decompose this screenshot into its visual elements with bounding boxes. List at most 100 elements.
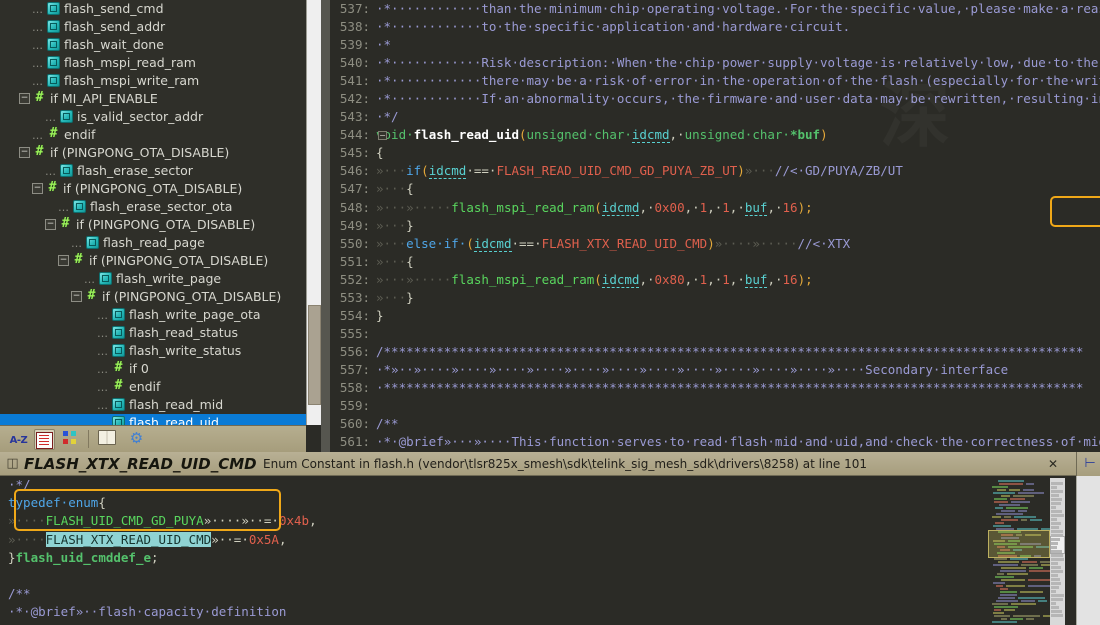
minimap-tick <box>1051 506 1056 509</box>
minimap-code-row <box>996 585 1003 587</box>
code-line[interactable]: 549: »···} <box>330 217 1100 235</box>
fold-collapse-icon[interactable]: − <box>378 131 387 140</box>
code-line[interactable]: 558: ·***********************************… <box>330 379 1100 397</box>
minimap-viewport-indicator[interactable] <box>988 530 1050 558</box>
minimap-code-row <box>1023 489 1034 491</box>
tree-collapse-icon[interactable]: − <box>45 219 56 230</box>
outline-item-flash-erase-sector[interactable]: … flash_erase_sector <box>0 162 306 180</box>
gear-icon: ⚙ <box>129 429 144 447</box>
minimap-code-row <box>1018 510 1027 512</box>
outline-item-endif[interactable]: … # endif <box>0 378 306 396</box>
hide-fields-button[interactable] <box>34 429 55 450</box>
code-editor[interactable]: 537: ·*············than·the·minimum·chip·… <box>330 0 1100 452</box>
tree-collapse-icon[interactable]: − <box>19 93 30 104</box>
outline-item-flash-read-mid[interactable]: … flash_read_mid <box>0 396 306 414</box>
outline-item-if-pingpong-ota-disable[interactable]: − # if (PINGPONG_OTA_DISABLE) <box>0 252 306 270</box>
outline-item-if-pingpong-ota-disable[interactable]: − # if (PINGPONG_OTA_DISABLE) <box>0 180 306 198</box>
right-sidebar-header[interactable]: ⊢ <box>1076 452 1100 476</box>
declaration-code-line: }flash_uid_cmddef_e; <box>0 549 988 567</box>
code-line[interactable]: 545: { <box>330 144 1100 162</box>
minimap-tick <box>1051 518 1057 521</box>
outline-item-if-pingpong-ota-disable[interactable]: − # if (PINGPONG_OTA_DISABLE) <box>0 144 306 162</box>
code-line[interactable]: 559: <box>330 397 1100 415</box>
code-line[interactable]: 550: »···else·if·(idcmd·==·FLASH_XTX_READ… <box>330 235 1100 253</box>
code-token: idcmd <box>601 271 640 288</box>
tree-leaf-connector: … <box>58 201 69 214</box>
close-icon[interactable]: ✕ <box>1046 457 1060 471</box>
outline-item-if-pingpong-ota-disable[interactable]: − # if (PINGPONG_OTA_DISABLE) <box>0 288 306 306</box>
code-line[interactable]: 560: /** <box>330 415 1100 433</box>
code-token: ,· <box>729 199 745 215</box>
code-line[interactable]: 540: ·*············Risk·description:·When… <box>330 54 1100 72</box>
panel-divider[interactable] <box>321 0 330 452</box>
outline-item-flash-mspi-write-ram[interactable]: … flash_mspi_write_ram <box>0 72 306 90</box>
outline-item-flash-mspi-read-ram[interactable]: … flash_mspi_read_ram <box>0 54 306 72</box>
outline-item-flash-read-page[interactable]: … flash_read_page <box>0 234 306 252</box>
outline-item-flash-wait-done[interactable]: … flash_wait_done <box>0 36 306 54</box>
code-line[interactable]: 557: ·*»··»····»····»····»····»····»····»… <box>330 361 1100 379</box>
code-token: ,· <box>767 199 783 215</box>
code-token: ) <box>707 235 715 251</box>
outline-item-if-pingpong-ota-disable[interactable]: − # if (PINGPONG_OTA_DISABLE) <box>0 216 306 234</box>
minimap-code-row <box>994 606 1018 608</box>
outline-item-flash-write-status[interactable]: … flash_write_status <box>0 342 306 360</box>
outline-item-if-0[interactable]: … # if 0 <box>0 360 306 378</box>
declaration-view-header[interactable]: ◫ FLASH_XTX_READ_UID_CMD Enum Constant i… <box>0 452 1076 476</box>
code-token: ·* <box>376 37 392 53</box>
code-line[interactable]: 551: »···{ <box>330 253 1100 271</box>
tree-collapse-icon[interactable]: − <box>71 291 82 302</box>
filter-members-button[interactable] <box>60 429 81 450</box>
outline-item-flash-send-cmd[interactable]: … flash_send_cmd <box>0 0 306 18</box>
outline-item-flash-erase-sector-ota[interactable]: … flash_erase_sector_ota <box>0 198 306 216</box>
code-line[interactable]: 544: void·flash_read_uid(unsigned·char·id… <box>330 126 1100 144</box>
outline-tree[interactable]: … flash_send_cmd … flash_send_addr … flash_wa… <box>0 0 306 425</box>
restore-view-icon[interactable]: ⊢ <box>1081 455 1099 473</box>
code-token: ) <box>737 163 745 179</box>
tree-collapse-icon[interactable]: − <box>58 255 69 266</box>
code-line[interactable]: 555: <box>330 325 1100 343</box>
code-line[interactable]: 538: ·*············to·the·specific·applic… <box>330 18 1100 36</box>
outline-item-flash-read-uid[interactable]: … flash_read_uid <box>0 414 306 425</box>
minimap-code-row <box>1006 507 1028 509</box>
outline-item-flash-write-page-ota[interactable]: … flash_write_page_ota <box>0 306 306 324</box>
outline-vertical-scrollbar[interactable] <box>306 0 322 425</box>
function-icon <box>47 2 60 15</box>
link-with-editor-button[interactable] <box>96 429 117 450</box>
code-token: ) <box>820 127 828 143</box>
code-minimap[interactable] <box>988 478 1050 625</box>
sort-alphabetically-button[interactable]: A-Z <box>8 429 29 450</box>
code-line[interactable]: 539: ·* <box>330 36 1100 54</box>
tree-collapse-icon[interactable]: − <box>19 147 30 158</box>
outline-scrollbar-thumb[interactable] <box>308 305 321 405</box>
outline-item-flash-read-status[interactable]: … flash_read_status <box>0 324 306 342</box>
code-line[interactable]: 553: »···} <box>330 289 1100 307</box>
code-line[interactable]: 546: »···if(idcmd·==·FLASH_READ_UID_CMD_G… <box>330 162 1100 180</box>
outline-view[interactable]: … flash_send_cmd … flash_send_addr … flash_wa… <box>0 0 306 425</box>
view-menu-button[interactable]: ⚙ <box>126 429 147 450</box>
code-line[interactable]: 542: ·*············If·an·abnormality·occu… <box>330 90 1100 108</box>
outline-item-is-valid-sector-addr[interactable]: … is_valid_sector_addr <box>0 108 306 126</box>
outline-item-if-mi-api-enable[interactable]: − # if MI_API_ENABLE <box>0 90 306 108</box>
line-number: 541: <box>339 73 370 89</box>
code-line[interactable]: 537: ·*············than·the·minimum·chip·… <box>330 0 1100 18</box>
code-line[interactable]: 552: »···»·····flash_mspi_read_ram(idcmd,… <box>330 271 1100 289</box>
outline-item-endif[interactable]: … # endif <box>0 126 306 144</box>
minimap-scrollbar[interactable] <box>1050 478 1065 625</box>
declaration-code-line: ·*/ <box>0 476 988 494</box>
declaration-view[interactable]: ◫ FLASH_XTX_READ_UID_CMD Enum Constant i… <box>0 452 1076 625</box>
editor-lines[interactable]: 537: ·*············than·the·minimum·chip·… <box>330 0 1100 452</box>
outline-toolbar[interactable]: A-Z ⚙ <box>0 425 306 452</box>
code-line[interactable]: 548: »···»·····flash_mspi_read_ram(idcmd,… <box>330 199 1100 217</box>
code-line[interactable]: 561: ·*·@brief»···»····This·function·serv… <box>330 433 1100 451</box>
code-line[interactable]: 547: »···{ <box>330 180 1100 198</box>
right-tool-sidebar[interactable]: […] <box>1076 452 1100 625</box>
code-line[interactable]: 554:} <box>330 307 1100 325</box>
code-line[interactable]: 541: ·*············there·may·be·a·risk·of… <box>330 72 1100 90</box>
tree-leaf-connector: … <box>32 129 43 142</box>
code-line[interactable]: 543: ·*/ <box>330 108 1100 126</box>
tree-collapse-icon[interactable]: − <box>32 183 43 194</box>
declaration-code[interactable]: ·*/typedef·enum{»····FLASH_UID_CMD_GD_PU… <box>0 476 988 625</box>
outline-item-flash-write-page[interactable]: … flash_write_page <box>0 270 306 288</box>
outline-item-flash-send-addr[interactable]: … flash_send_addr <box>0 18 306 36</box>
code-line[interactable]: 556: /***********************************… <box>330 343 1100 361</box>
